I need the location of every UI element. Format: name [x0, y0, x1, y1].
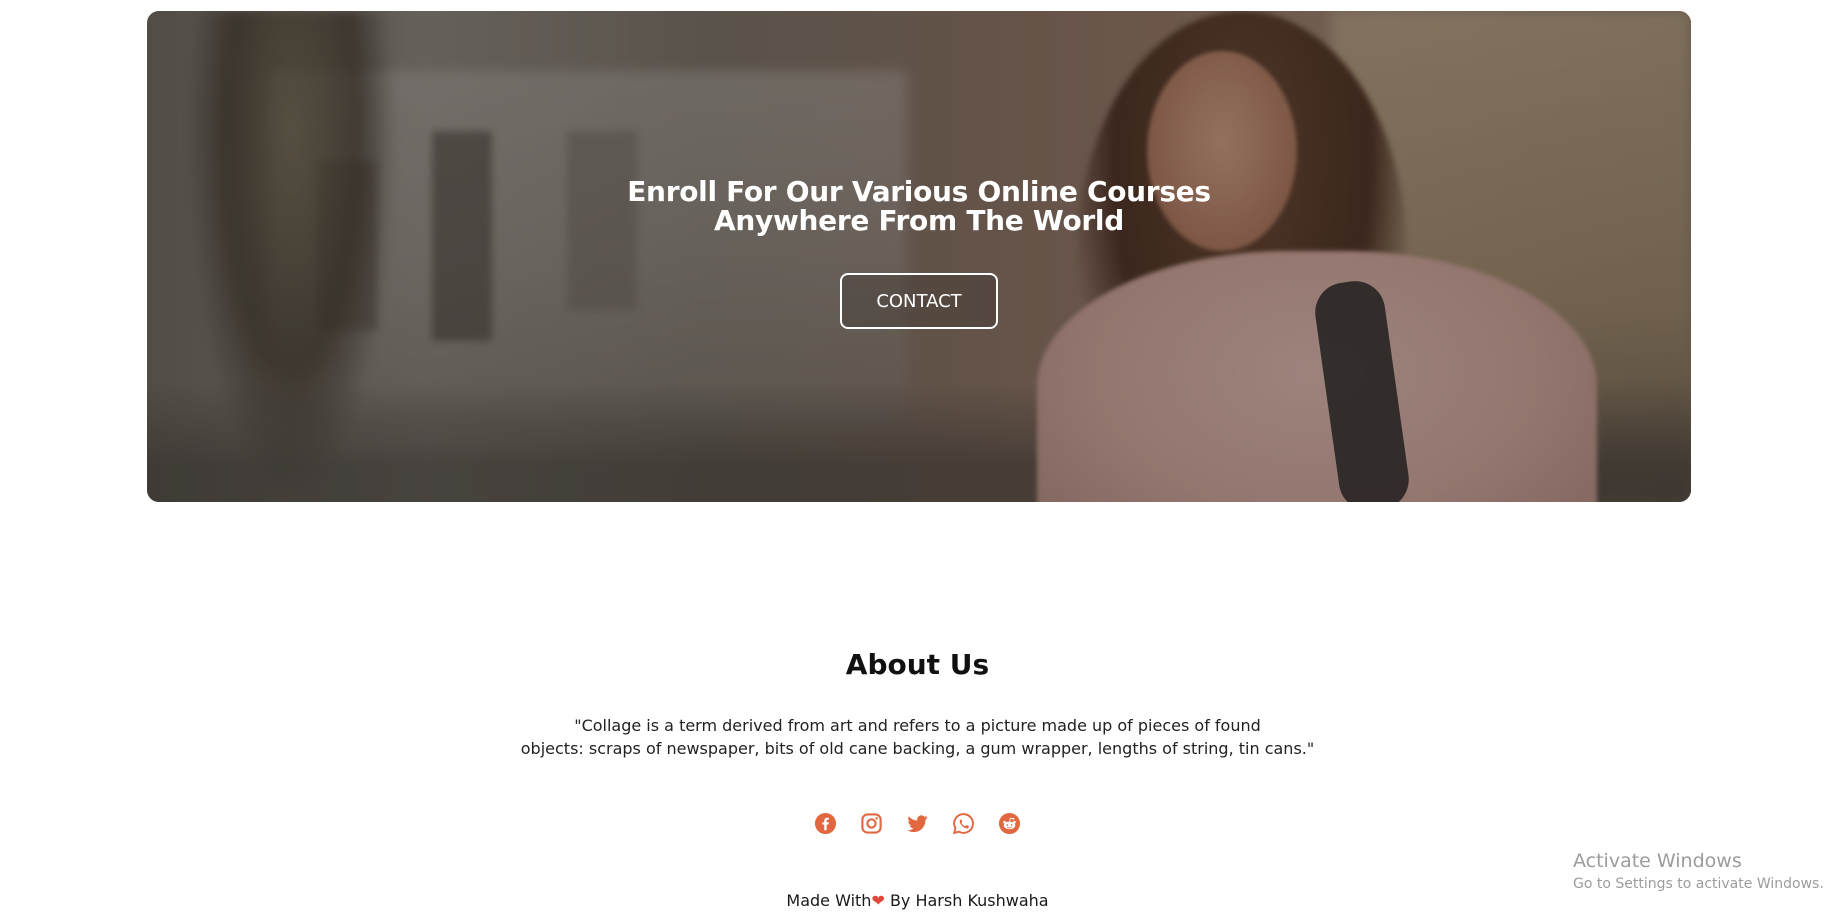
contact-button[interactable]: CONTACT	[840, 273, 998, 329]
about-description-line1: "Collage is a term derived from art and …	[574, 716, 1261, 735]
about-title: About Us	[845, 648, 990, 681]
watermark-subtitle: Go to Settings to activate Windows.	[1573, 876, 1824, 892]
hero-headline-line2: Anywhere From The World	[714, 204, 1124, 237]
instagram-icon[interactable]	[860, 812, 883, 835]
footer-author: By Harsh Kushwaha	[889, 891, 1049, 910]
page: Enroll For Our Various Online Courses An…	[0, 0, 1835, 918]
social-links	[814, 812, 1021, 835]
footer-credit: Made With❤ By Harsh Kushwaha	[0, 891, 1835, 910]
activate-windows-watermark: Activate Windows Go to Settings to activ…	[1573, 850, 1824, 892]
heart-icon: ❤	[871, 891, 885, 910]
about-description-line2: objects: scraps of newspaper, bits of ol…	[520, 739, 1315, 758]
facebook-icon[interactable]	[814, 812, 837, 835]
hero-overlay	[147, 11, 1691, 502]
whatsapp-icon[interactable]	[952, 812, 975, 835]
hero-headline-line1: Enroll For Our Various Online Courses	[627, 175, 1211, 208]
watermark-title: Activate Windows	[1573, 850, 1742, 872]
footer-made-with: Made With	[786, 891, 872, 910]
about-description: "Collage is a term derived from art and …	[0, 714, 1835, 760]
hero-headline: Enroll For Our Various Online Courses An…	[147, 177, 1691, 235]
hero-banner: Enroll For Our Various Online Courses An…	[147, 11, 1691, 502]
twitter-icon[interactable]	[906, 812, 929, 835]
reddit-icon[interactable]	[998, 812, 1021, 835]
